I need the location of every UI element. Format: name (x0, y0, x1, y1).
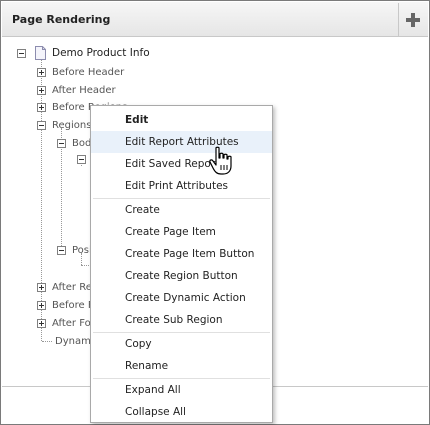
expand-icon[interactable] (37, 102, 46, 112)
context-menu: Edit Edit Report Attributes Edit Saved R… (90, 105, 273, 423)
page-icon (35, 46, 46, 60)
menu-item-create-sub-region[interactable]: Create Sub Region (91, 309, 272, 331)
tree-node-report-region[interactable] (77, 151, 86, 167)
menu-item-create-dynamic-action[interactable]: Create Dynamic Action (91, 287, 272, 309)
hand-cursor-icon (209, 146, 232, 175)
expand-icon[interactable] (37, 282, 46, 292)
menu-item-rename[interactable]: Rename (91, 355, 272, 377)
tree-node-after-header[interactable]: After Header (37, 82, 116, 98)
menu-item-copy[interactable]: Copy (91, 333, 272, 355)
panel-title: Page Rendering (12, 13, 111, 26)
menu-item-expand-all[interactable]: Expand All (91, 379, 272, 401)
menu-item-collapse-all[interactable]: Collapse All (91, 401, 272, 423)
plus-icon (406, 12, 420, 27)
collapse-icon[interactable] (17, 48, 26, 58)
menu-item-edit-saved-reports[interactable]: Edit Saved Reports (91, 153, 272, 175)
expand-icon[interactable] (37, 85, 46, 95)
menu-item-edit-print-attributes[interactable]: Edit Print Attributes (91, 175, 272, 197)
collapse-icon[interactable] (57, 138, 66, 148)
expand-icon[interactable] (37, 300, 46, 310)
menu-item-create-page-item[interactable]: Create Page Item (91, 221, 272, 243)
add-button[interactable] (398, 3, 427, 36)
tree-node-regions[interactable]: Regions (37, 117, 91, 133)
expand-icon[interactable] (37, 67, 46, 77)
panel-header: Page Rendering (2, 2, 428, 37)
menu-item-edit[interactable]: Edit (91, 109, 272, 131)
expand-icon[interactable] (37, 318, 46, 328)
menu-item-create-region-button[interactable]: Create Region Button (91, 265, 272, 287)
menu-item-edit-report-attributes[interactable]: Edit Report Attributes (91, 131, 272, 153)
menu-item-create[interactable]: Create (91, 199, 272, 221)
tree-node-before-header[interactable]: Before Header (37, 64, 124, 80)
collapse-icon[interactable] (37, 120, 46, 130)
menu-item-create-page-item-button[interactable]: Create Page Item Button (91, 243, 272, 265)
tree-node-root[interactable]: Demo Product Info (17, 45, 150, 61)
collapse-icon[interactable] (77, 154, 86, 164)
collapse-icon[interactable] (57, 245, 66, 255)
